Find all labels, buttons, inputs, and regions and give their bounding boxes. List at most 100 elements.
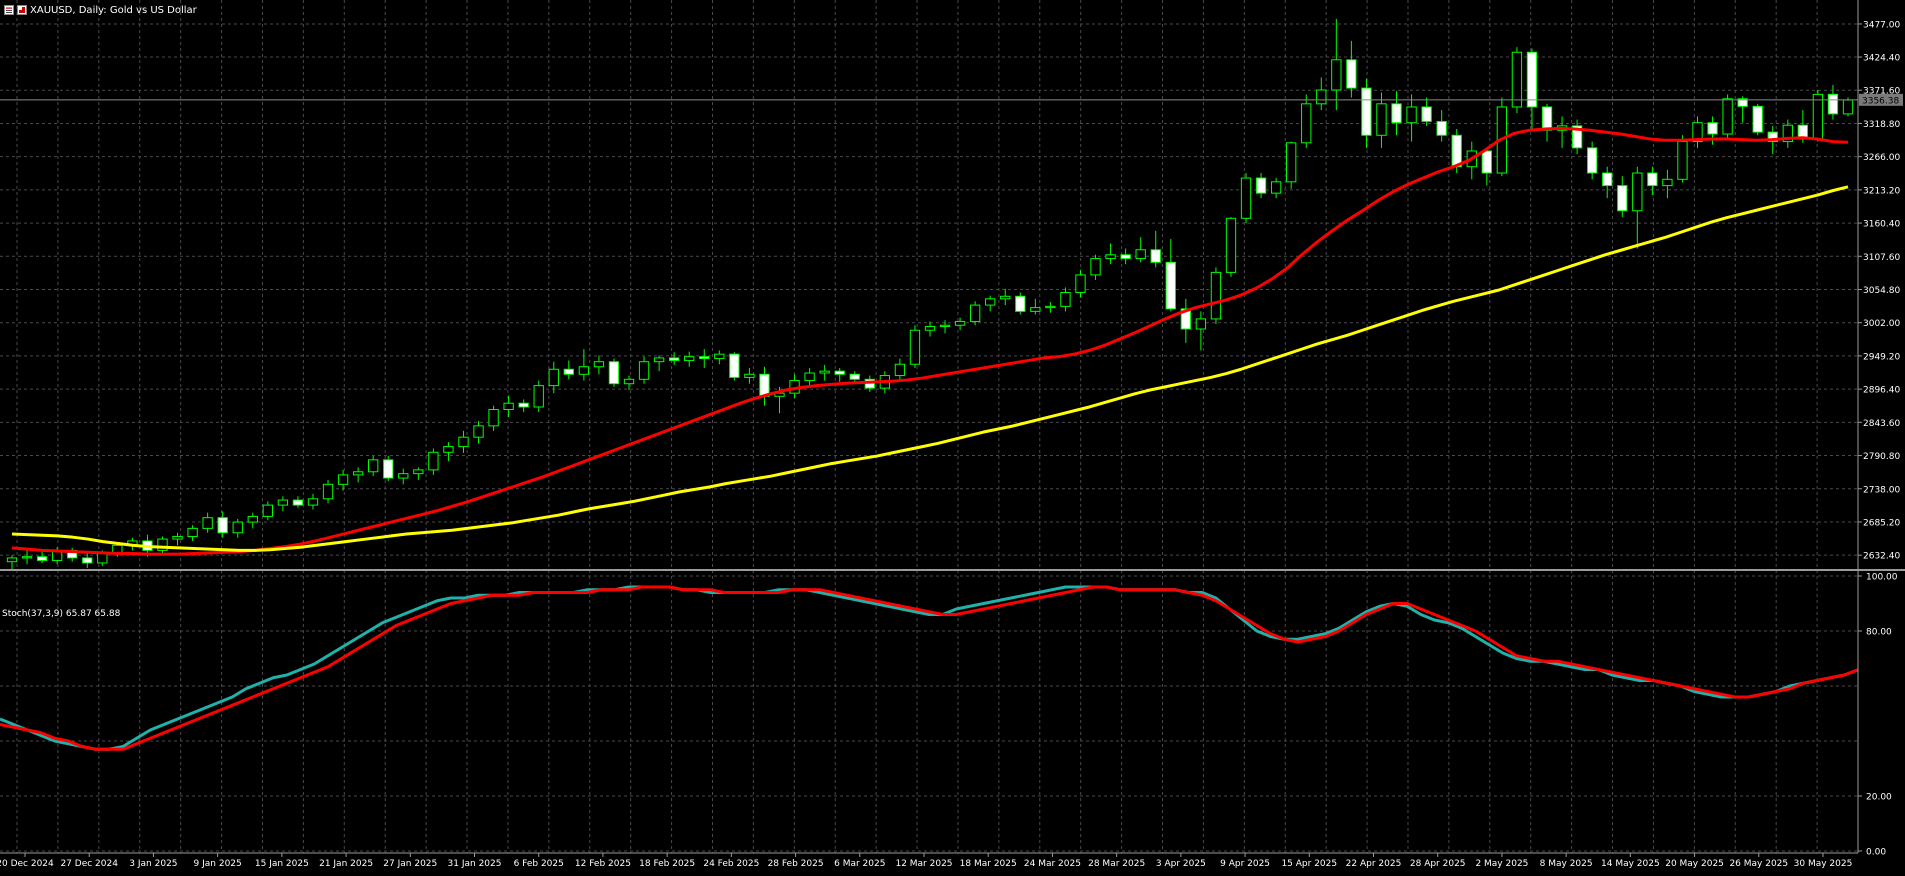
chart-flag-icon — [17, 5, 27, 15]
time-axis-label: 28 Mar 2025 — [1088, 859, 1145, 869]
candle-bull — [1511, 47, 1523, 114]
time-axis-label: 6 Feb 2025 — [514, 859, 564, 869]
candle-body — [202, 517, 213, 529]
candle-body — [1015, 295, 1026, 312]
candle-body — [1286, 142, 1297, 183]
candle-body — [1647, 172, 1658, 187]
time-axis-label: 27 Jan 2025 — [383, 859, 437, 869]
time-axis-label: 20 May 2025 — [1665, 859, 1724, 869]
price-axis-label: 2843.60 — [1863, 419, 1900, 429]
candle-body — [21, 556, 33, 559]
candle-body — [1165, 261, 1176, 310]
candle-body — [1120, 254, 1131, 260]
time-axis-label: 6 Mar 2025 — [834, 859, 885, 869]
candle-body — [638, 361, 650, 380]
candle-body — [1421, 106, 1432, 122]
time-axis-label: 20 Dec 2024 — [0, 859, 54, 869]
price-axis-label: 2685.20 — [1863, 518, 1900, 528]
candle-body — [608, 361, 620, 385]
candle-body — [1150, 249, 1161, 263]
candle-body — [1240, 177, 1252, 219]
candle-body — [1752, 105, 1763, 133]
time-axis-label: 18 Mar 2025 — [960, 859, 1017, 869]
candle-bear — [729, 352, 740, 381]
candle-body — [834, 370, 845, 375]
candle-body — [1255, 177, 1267, 194]
price-axis-label: 3054.80 — [1863, 286, 1900, 296]
candle-bull — [1677, 135, 1688, 183]
time-axis-label: 15 Jan 2025 — [255, 859, 309, 869]
candle-bull — [1210, 267, 1222, 324]
time-axis-label: 26 May 2025 — [1729, 859, 1788, 869]
price-axis-label: 2896.40 — [1863, 386, 1900, 396]
stochastic-axis-label: 20.00 — [1866, 793, 1892, 803]
price-axis-label: 3266.00 — [1863, 153, 1900, 163]
candle-bull — [1225, 217, 1237, 277]
stochastic-axis-label: 80.00 — [1866, 628, 1892, 638]
candle-body — [623, 378, 635, 385]
price-axis-label: 2632.40 — [1863, 552, 1900, 562]
candle-body — [1842, 99, 1854, 115]
candle-body — [232, 521, 243, 534]
candle-body — [1361, 87, 1372, 136]
price-axis-label: 3107.60 — [1863, 253, 1900, 263]
chart-canvas[interactable]: 3477.003424.403371.603318.803266.003213.… — [0, 0, 1905, 872]
time-axis-label: 27 Dec 2024 — [60, 859, 118, 869]
stochastic-axis-label: 0.00 — [1866, 848, 1886, 858]
time-axis-label: 28 Apr 2025 — [1410, 859, 1466, 869]
candle-body — [1526, 51, 1538, 108]
candle-bear — [1752, 103, 1763, 136]
candle-body — [668, 357, 680, 361]
candle-body — [458, 436, 469, 448]
candle-body — [924, 325, 936, 331]
candle-body — [1391, 103, 1402, 124]
price-axis-label: 3424.40 — [1863, 54, 1900, 64]
candle-bear — [608, 358, 620, 387]
time-axis-label: 12 Feb 2025 — [575, 859, 631, 869]
candle-body — [1270, 181, 1282, 194]
candle-body — [1677, 141, 1688, 180]
candle-bear — [1015, 292, 1026, 315]
candle-body — [518, 402, 529, 408]
candle-body — [849, 373, 860, 380]
candle-body — [894, 363, 906, 377]
candle-bull — [1812, 89, 1824, 142]
candle-body — [563, 368, 574, 375]
candle-body — [428, 451, 439, 471]
candle-bull — [1240, 173, 1252, 224]
candle-body — [804, 372, 815, 382]
candle-body — [653, 357, 665, 363]
candle-body — [488, 409, 499, 427]
candle-body — [473, 425, 484, 438]
candle-body — [1195, 318, 1207, 330]
candle-body — [1602, 172, 1613, 187]
candle-body — [1436, 120, 1447, 136]
candle-body — [172, 536, 183, 540]
time-axis-label: 24 Mar 2025 — [1024, 859, 1081, 869]
candle-body — [1135, 249, 1146, 260]
candle-body — [729, 353, 740, 378]
time-axis-label: 9 Apr 2025 — [1220, 859, 1270, 869]
chart-window[interactable]: 3477.00 3424.40 3371.60 3318.80 3266.00 3213.… — [0, 0, 1905, 872]
candle-body — [759, 373, 770, 397]
price-axis-label: 2949.20 — [1863, 352, 1900, 362]
candle-body — [1000, 295, 1011, 300]
candle-body — [954, 320, 966, 326]
candle-body — [398, 473, 409, 479]
candle-body — [1045, 305, 1056, 309]
candle-body — [307, 498, 319, 506]
candle-body — [1511, 51, 1523, 108]
time-axis-label: 31 Jan 2025 — [448, 859, 502, 869]
candle-body — [82, 557, 93, 564]
chart-window-icon — [4, 5, 14, 15]
candle-body — [36, 556, 48, 561]
candle-body — [533, 385, 544, 408]
candle-body — [1210, 271, 1222, 320]
time-axis-label: 12 Mar 2025 — [895, 859, 952, 869]
candle-body — [1316, 89, 1327, 105]
candle-body — [262, 504, 274, 517]
candle-body — [1586, 147, 1598, 174]
price-axis-label: 2790.80 — [1863, 452, 1900, 462]
candle-bull — [533, 380, 544, 413]
time-axis-label: 2 May 2025 — [1475, 859, 1528, 869]
